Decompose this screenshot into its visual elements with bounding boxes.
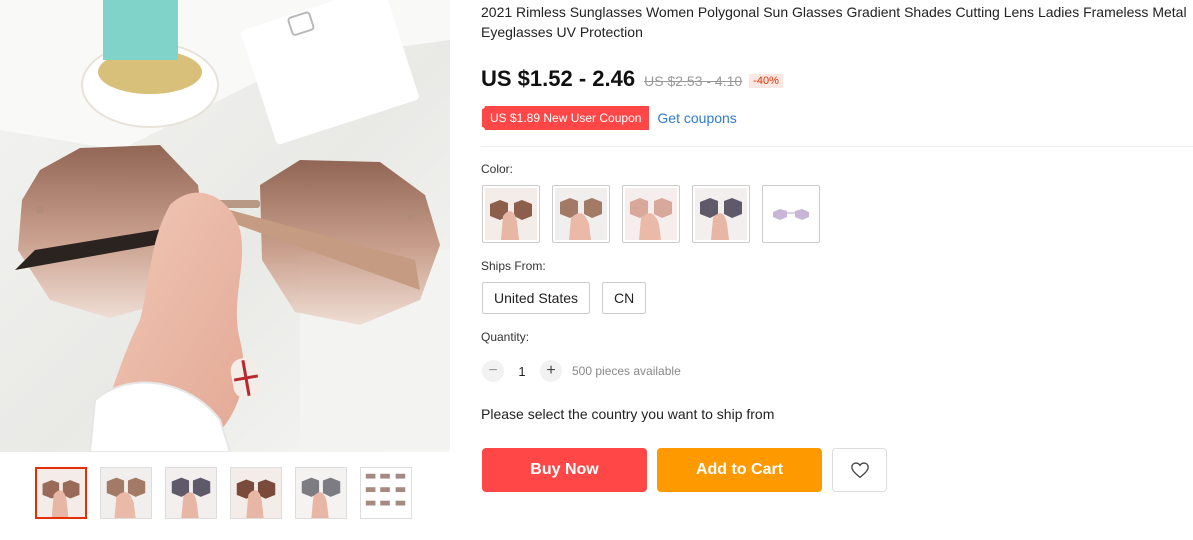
current-price: US $1.52 - 2.46 xyxy=(481,66,636,91)
color-swatch-3[interactable] xyxy=(622,185,680,243)
buy-now-button[interactable]: Buy Now xyxy=(482,448,647,492)
quantity-decrease-button[interactable]: − xyxy=(482,360,504,382)
thumbnail-2[interactable] xyxy=(100,467,152,519)
color-swatch-2[interactable] xyxy=(552,185,610,243)
thumbnail-6[interactable] xyxy=(360,467,412,519)
tea-brown-icon xyxy=(485,188,537,240)
sunglasses-photo xyxy=(0,0,450,452)
new-user-coupon-badge[interactable]: US $1.89 New User Coupon xyxy=(478,103,650,133)
sunglasses-thumbnail-3 xyxy=(166,468,216,518)
sunglasses-thumbnail-2 xyxy=(101,468,151,518)
quantity-stepper: − 1 + 500 pieces available xyxy=(482,360,681,382)
sunglasses-thumbnail-4 xyxy=(231,468,281,518)
pink-icon xyxy=(625,188,677,240)
quantity-increase-button[interactable]: + xyxy=(540,360,562,382)
thumbnail-1[interactable] xyxy=(35,467,87,519)
original-price: US $2.53 - 4.10 xyxy=(644,73,743,89)
ships-from-cn[interactable]: CN xyxy=(602,282,647,314)
ships-from-label: Ships From: xyxy=(481,259,546,273)
price-row: US $1.52 - 2.46 US $2.53 - 4.10 -40% xyxy=(481,66,783,96)
color-label: Color: xyxy=(481,162,514,176)
sunglasses-thumbnail-6 xyxy=(361,468,411,518)
purple-icon xyxy=(765,188,817,240)
ships-from-united-states[interactable]: United States xyxy=(482,282,591,314)
sunglasses-thumbnail-1 xyxy=(37,469,85,517)
gray-icon xyxy=(695,188,747,240)
quantity-value[interactable]: 1 xyxy=(504,364,540,379)
add-to-cart-button[interactable]: Add to Cart xyxy=(657,448,822,492)
color-swatch-1[interactable] xyxy=(482,185,540,243)
divider xyxy=(481,146,1193,147)
color-swatch-5[interactable] xyxy=(762,185,820,243)
thumbnail-3[interactable] xyxy=(165,467,217,519)
quantity-label: Quantity: xyxy=(481,330,530,344)
sunglasses-thumbnail-5 xyxy=(296,468,346,518)
main-product-image[interactable] xyxy=(0,0,450,452)
brown-icon xyxy=(555,188,607,240)
thumbnail-4[interactable] xyxy=(230,467,282,519)
pieces-available: 500 pieces available xyxy=(572,364,681,378)
product-title: 2021 Rimless Sunglasses Women Polygonal … xyxy=(481,4,1187,40)
color-swatch-4[interactable] xyxy=(692,185,750,243)
wishlist-button[interactable] xyxy=(832,448,887,492)
get-coupons-link[interactable]: Get coupons xyxy=(657,110,736,126)
thumbnail-5[interactable] xyxy=(295,467,347,519)
coupon-row: US $1.89 New User Coupon Get coupons xyxy=(478,103,737,133)
ship-country-prompt: Please select the country you want to sh… xyxy=(481,406,775,422)
heart-icon xyxy=(850,462,869,479)
discount-badge: -40% xyxy=(749,74,783,88)
